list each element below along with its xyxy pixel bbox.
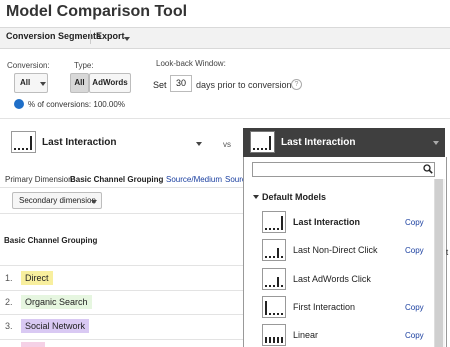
- row-divider: [0, 339, 243, 340]
- copy-model-link[interactable]: Copy: [405, 303, 424, 312]
- table-row: 3. Social Network: [0, 315, 243, 339]
- last-interaction-model-icon: [11, 131, 36, 153]
- default-models-heading: Default Models: [262, 192, 327, 202]
- dimension-link-source-medium[interactable]: Source/Medium: [166, 175, 222, 184]
- tab-conversion-segments[interactable]: Conversion Segments: [6, 31, 101, 41]
- set-label: Set: [153, 80, 167, 90]
- left-model-label[interactable]: Last Interaction: [42, 137, 116, 148]
- last-interaction-model-icon: [262, 211, 286, 233]
- vs-label: vs: [223, 140, 231, 149]
- primary-dimension-label: Primary Dimension:: [5, 175, 75, 184]
- tabs-bar: Conversion Segments Export: [0, 27, 450, 49]
- pie-chart-icon: [14, 99, 24, 109]
- lookback-days-input[interactable]: 30: [170, 75, 192, 92]
- conversions-percentage: % of conversions: 100.00%: [28, 100, 125, 109]
- table-divider: [0, 213, 243, 214]
- chevron-down-icon: [91, 200, 97, 204]
- help-icon[interactable]: ?: [291, 79, 302, 90]
- model-item-label: Linear: [293, 330, 319, 340]
- copy-model-link[interactable]: Copy: [405, 246, 424, 255]
- type-adwords-button[interactable]: AdWords: [89, 73, 131, 93]
- chevron-down-icon: [40, 82, 46, 86]
- model-item-last-non-direct-click[interactable]: Last Non-Direct Click Copy: [244, 237, 434, 265]
- export-chevron-down-icon[interactable]: [124, 37, 130, 41]
- channel-organic-search-link[interactable]: Organic Search: [21, 295, 92, 309]
- days-suffix: days prior to conversion: [196, 80, 292, 90]
- channel-badge-partial: [21, 342, 45, 347]
- model-item-linear[interactable]: Linear Copy: [244, 322, 434, 347]
- table-header-partial: t: [446, 248, 449, 257]
- row-number: 1.: [5, 273, 13, 283]
- type-label: Type:: [74, 61, 94, 70]
- copy-model-link[interactable]: Copy: [405, 331, 424, 340]
- model-item-last-interaction[interactable]: Last Interaction Copy: [244, 209, 434, 237]
- channel-direct-link[interactable]: Direct: [21, 271, 53, 285]
- row-number: 3.: [5, 321, 13, 331]
- search-icon[interactable]: [423, 164, 433, 174]
- model-item-label: Last Interaction: [293, 217, 361, 227]
- right-model-dropdown-header[interactable]: Last Interaction: [243, 128, 445, 157]
- model-item-label: First Interaction: [293, 302, 356, 312]
- model-search-input[interactable]: [252, 162, 435, 177]
- row-number: 2.: [5, 297, 13, 307]
- app-title: Model Comparison Tool: [6, 3, 188, 20]
- type-all-button[interactable]: All: [70, 73, 89, 93]
- collapse-triangle-icon[interactable]: [253, 195, 259, 199]
- secondary-dimension-label: Secondary dimension: [19, 196, 96, 205]
- table-row: 2. Organic Search: [0, 291, 243, 315]
- model-item-label: Last Non-Direct Click: [293, 245, 378, 255]
- channel-social-network-link[interactable]: Social Network: [21, 319, 90, 333]
- chevron-down-icon[interactable]: [196, 142, 202, 146]
- conversion-label: Conversion:: [7, 61, 50, 70]
- last-adwords-click-model-icon: [262, 268, 286, 290]
- secondary-dimension-select[interactable]: Secondary dimension: [12, 192, 102, 209]
- section-divider: [0, 187, 243, 188]
- section-divider: [0, 118, 450, 119]
- linear-model-icon: [262, 324, 286, 346]
- chevron-down-icon: [433, 141, 439, 145]
- last-non-direct-click-model-icon: [262, 239, 286, 261]
- table-header-channel[interactable]: Basic Channel Grouping: [4, 236, 97, 245]
- primary-dimension-active: Basic Channel Grouping: [70, 175, 164, 184]
- copy-model-link[interactable]: Copy: [405, 218, 424, 227]
- right-model-label: Last Interaction: [281, 137, 356, 148]
- tab-export[interactable]: Export: [96, 31, 125, 41]
- first-interaction-model-icon: [262, 296, 286, 318]
- model-dropdown-panel: Default Models Last Interaction Copy Las…: [243, 157, 447, 347]
- dropdown-scrollbar-thumb[interactable]: [435, 179, 443, 347]
- model-item-label: Last AdWords Click: [293, 274, 371, 284]
- conversion-select-value: All: [20, 78, 31, 87]
- last-interaction-model-icon: [250, 131, 275, 153]
- lookback-label: Look-back Window:: [156, 59, 226, 68]
- model-item-last-adwords-click[interactable]: Last AdWords Click: [244, 266, 434, 294]
- conversion-select[interactable]: All: [14, 73, 48, 93]
- table-row: 1. Direct: [0, 266, 243, 290]
- model-item-first-interaction[interactable]: First Interaction Copy: [244, 294, 434, 322]
- tab-divider: [90, 30, 91, 44]
